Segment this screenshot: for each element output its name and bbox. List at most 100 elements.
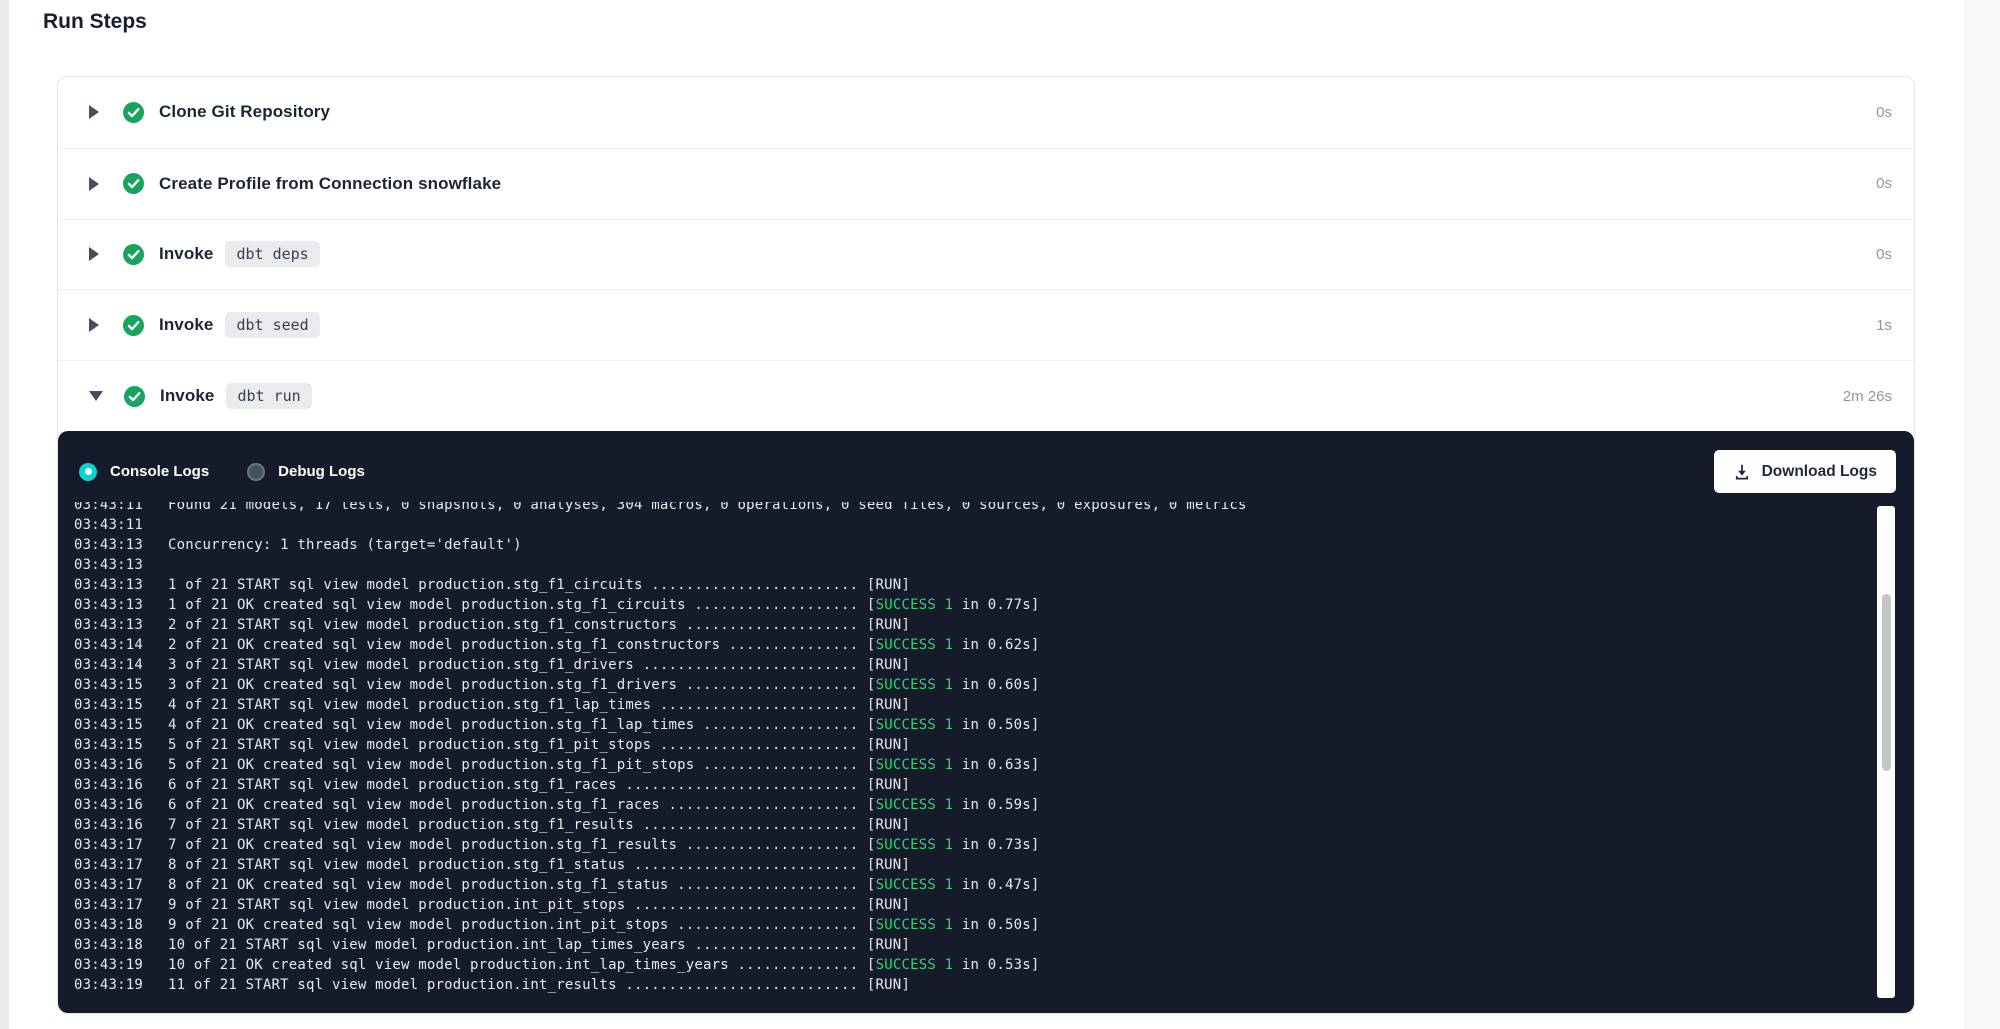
log-timestamp: 03:43:17	[74, 835, 168, 855]
step-row[interactable]: Invoke dbt deps 0s	[58, 219, 1914, 290]
log-text: 2 of 21 START sql view model production.…	[168, 617, 910, 633]
logs-tab-label: Console Logs	[110, 463, 209, 480]
step-label: Create Profile from Connection snowflake	[159, 174, 501, 194]
log-text: 9 of 21 OK created sql view model produc…	[168, 917, 876, 933]
log-message: 9 of 21 OK created sql view model produc…	[168, 917, 1040, 933]
log-message: Concurrency: 1 threads (target='default'…	[168, 537, 522, 553]
log-status-success: SUCCESS 1	[876, 837, 954, 853]
log-line: 03:43:11	[74, 515, 1872, 535]
step-row[interactable]: Invoke dbt seed 1s	[58, 289, 1914, 360]
log-text: 10 of 21 START sql view model production…	[168, 937, 910, 953]
log-message: 9 of 21 START sql view model production.…	[168, 897, 910, 913]
run-steps-card: Clone Git Repository 0s Create Profile f…	[57, 76, 1915, 1014]
step-label: Invoke	[159, 244, 213, 264]
radio-icon[interactable]	[247, 463, 265, 481]
log-status-success: SUCCESS 1	[876, 637, 954, 653]
step-row[interactable]: Clone Git Repository 0s	[58, 77, 1914, 148]
chevron-right-icon[interactable]	[89, 177, 99, 191]
log-text: 11 of 21 START sql view model production…	[168, 977, 910, 993]
log-text: 3 of 21 START sql view model production.…	[168, 657, 910, 673]
log-line: 03:43:1911 of 21 START sql view model pr…	[74, 975, 1872, 995]
chevron-right-icon[interactable]	[89, 247, 99, 261]
log-line: 03:43:178 of 21 OK created sql view mode…	[74, 875, 1872, 895]
log-text: 7 of 21 OK created sql view model produc…	[168, 837, 876, 853]
console-log-output: 03:43:11Found 21 models, 17 tests, 0 sna…	[74, 502, 1872, 995]
log-timestamp: 03:43:16	[74, 795, 168, 815]
run-steps-page: Run Steps Clone Git Repository 0s Create…	[0, 0, 2000, 1029]
logs-tab-group: Console Logs Debug Logs	[79, 463, 403, 481]
log-message: 7 of 21 OK created sql view model produc…	[168, 837, 1040, 853]
console-logs-radio[interactable]: Console Logs	[79, 463, 209, 481]
log-timestamp: 03:43:13	[74, 615, 168, 635]
log-line: 03:43:131 of 21 START sql view model pro…	[74, 575, 1872, 595]
log-timestamp: 03:43:19	[74, 975, 168, 995]
log-line: 03:43:143 of 21 START sql view model pro…	[74, 655, 1872, 675]
log-timestamp: 03:43:13	[74, 535, 168, 555]
log-line: 03:43:189 of 21 OK created sql view mode…	[74, 915, 1872, 935]
log-status-success: SUCCESS 1	[876, 957, 954, 973]
command-badge: dbt run	[226, 383, 311, 409]
log-message: 3 of 21 OK created sql view model produc…	[168, 677, 1040, 693]
log-timestamp: 03:43:17	[74, 895, 168, 915]
log-line: 03:43:179 of 21 START sql view model pro…	[74, 895, 1872, 915]
logs-tab-label: Debug Logs	[278, 463, 365, 480]
log-text: 3 of 21 OK created sql view model produc…	[168, 677, 876, 693]
log-timestamp: 03:43:13	[74, 575, 168, 595]
download-logs-label: Download Logs	[1762, 463, 1877, 481]
log-line: 03:43:153 of 21 OK created sql view mode…	[74, 675, 1872, 695]
log-message: 2 of 21 OK created sql view model produc…	[168, 637, 1040, 653]
log-timestamp: 03:43:17	[74, 855, 168, 875]
step-row[interactable]: Create Profile from Connection snowflake…	[58, 148, 1914, 219]
log-timestamp: 03:43:15	[74, 695, 168, 715]
log-timestamp: 03:43:15	[74, 715, 168, 735]
log-text: Concurrency: 1 threads (target='default'…	[168, 537, 522, 553]
log-line: 03:43:13Concurrency: 1 threads (target='…	[74, 535, 1872, 555]
log-line: 03:43:165 of 21 OK created sql view mode…	[74, 755, 1872, 775]
log-line: 03:43:166 of 21 OK created sql view mode…	[74, 795, 1872, 815]
log-timestamp: 03:43:15	[74, 735, 168, 755]
log-status-success: SUCCESS 1	[876, 877, 954, 893]
log-text: 7 of 21 START sql view model production.…	[168, 817, 910, 833]
step-duration: 0s	[1876, 175, 1892, 192]
log-timestamp: 03:43:13	[74, 595, 168, 615]
radio-icon[interactable]	[79, 463, 97, 481]
log-message: 6 of 21 START sql view model production.…	[168, 777, 910, 793]
step-row[interactable]: Invoke dbt run 2m 26s	[58, 360, 1914, 431]
download-logs-button[interactable]: Download Logs	[1714, 450, 1896, 493]
log-text: 1 of 21 START sql view model production.…	[168, 577, 910, 593]
log-text: 4 of 21 OK created sql view model produc…	[168, 717, 876, 733]
log-scrollbar-thumb[interactable]	[1882, 594, 1891, 771]
chevron-down-icon[interactable]	[89, 391, 103, 401]
log-line: 03:43:178 of 21 START sql view model pro…	[74, 855, 1872, 875]
command-badge: dbt deps	[225, 241, 319, 267]
chevron-right-icon[interactable]	[89, 105, 99, 119]
step-duration: 2m 26s	[1843, 388, 1892, 405]
log-timestamp: 03:43:14	[74, 655, 168, 675]
log-message: 2 of 21 START sql view model production.…	[168, 617, 910, 633]
log-text: in 0.77s]	[953, 597, 1039, 613]
log-message: 10 of 21 OK created sql view model produ…	[168, 957, 1040, 973]
success-check-icon	[123, 244, 144, 265]
step-label: Invoke	[160, 386, 214, 406]
log-timestamp: 03:43:11	[74, 502, 168, 515]
log-status-success: SUCCESS 1	[876, 597, 954, 613]
log-viewport[interactable]: 03:43:11Found 21 models, 17 tests, 0 sna…	[74, 502, 1872, 1002]
log-timestamp: 03:43:19	[74, 955, 168, 975]
log-line: 03:43:1910 of 21 OK created sql view mod…	[74, 955, 1872, 975]
log-scrollbar[interactable]	[1877, 506, 1895, 998]
log-text: 9 of 21 START sql view model production.…	[168, 897, 910, 913]
debug-logs-radio[interactable]: Debug Logs	[247, 463, 365, 481]
log-text: in 0.47s]	[953, 877, 1039, 893]
log-message: 4 of 21 START sql view model production.…	[168, 697, 910, 713]
log-line: 03:43:167 of 21 START sql view model pro…	[74, 815, 1872, 835]
step-duration: 0s	[1876, 104, 1892, 121]
log-text: in 0.53s]	[953, 957, 1039, 973]
log-text: 6 of 21 OK created sql view model produc…	[168, 797, 876, 813]
chevron-right-icon[interactable]	[89, 318, 99, 332]
log-message: 1 of 21 START sql view model production.…	[168, 577, 910, 593]
success-check-icon	[123, 173, 144, 194]
step-duration: 1s	[1876, 317, 1892, 334]
log-text: 5 of 21 START sql view model production.…	[168, 737, 910, 753]
right-edge-panel	[1965, 0, 2000, 1029]
log-text: Found 21 models, 17 tests, 0 snapshots, …	[168, 502, 1247, 513]
